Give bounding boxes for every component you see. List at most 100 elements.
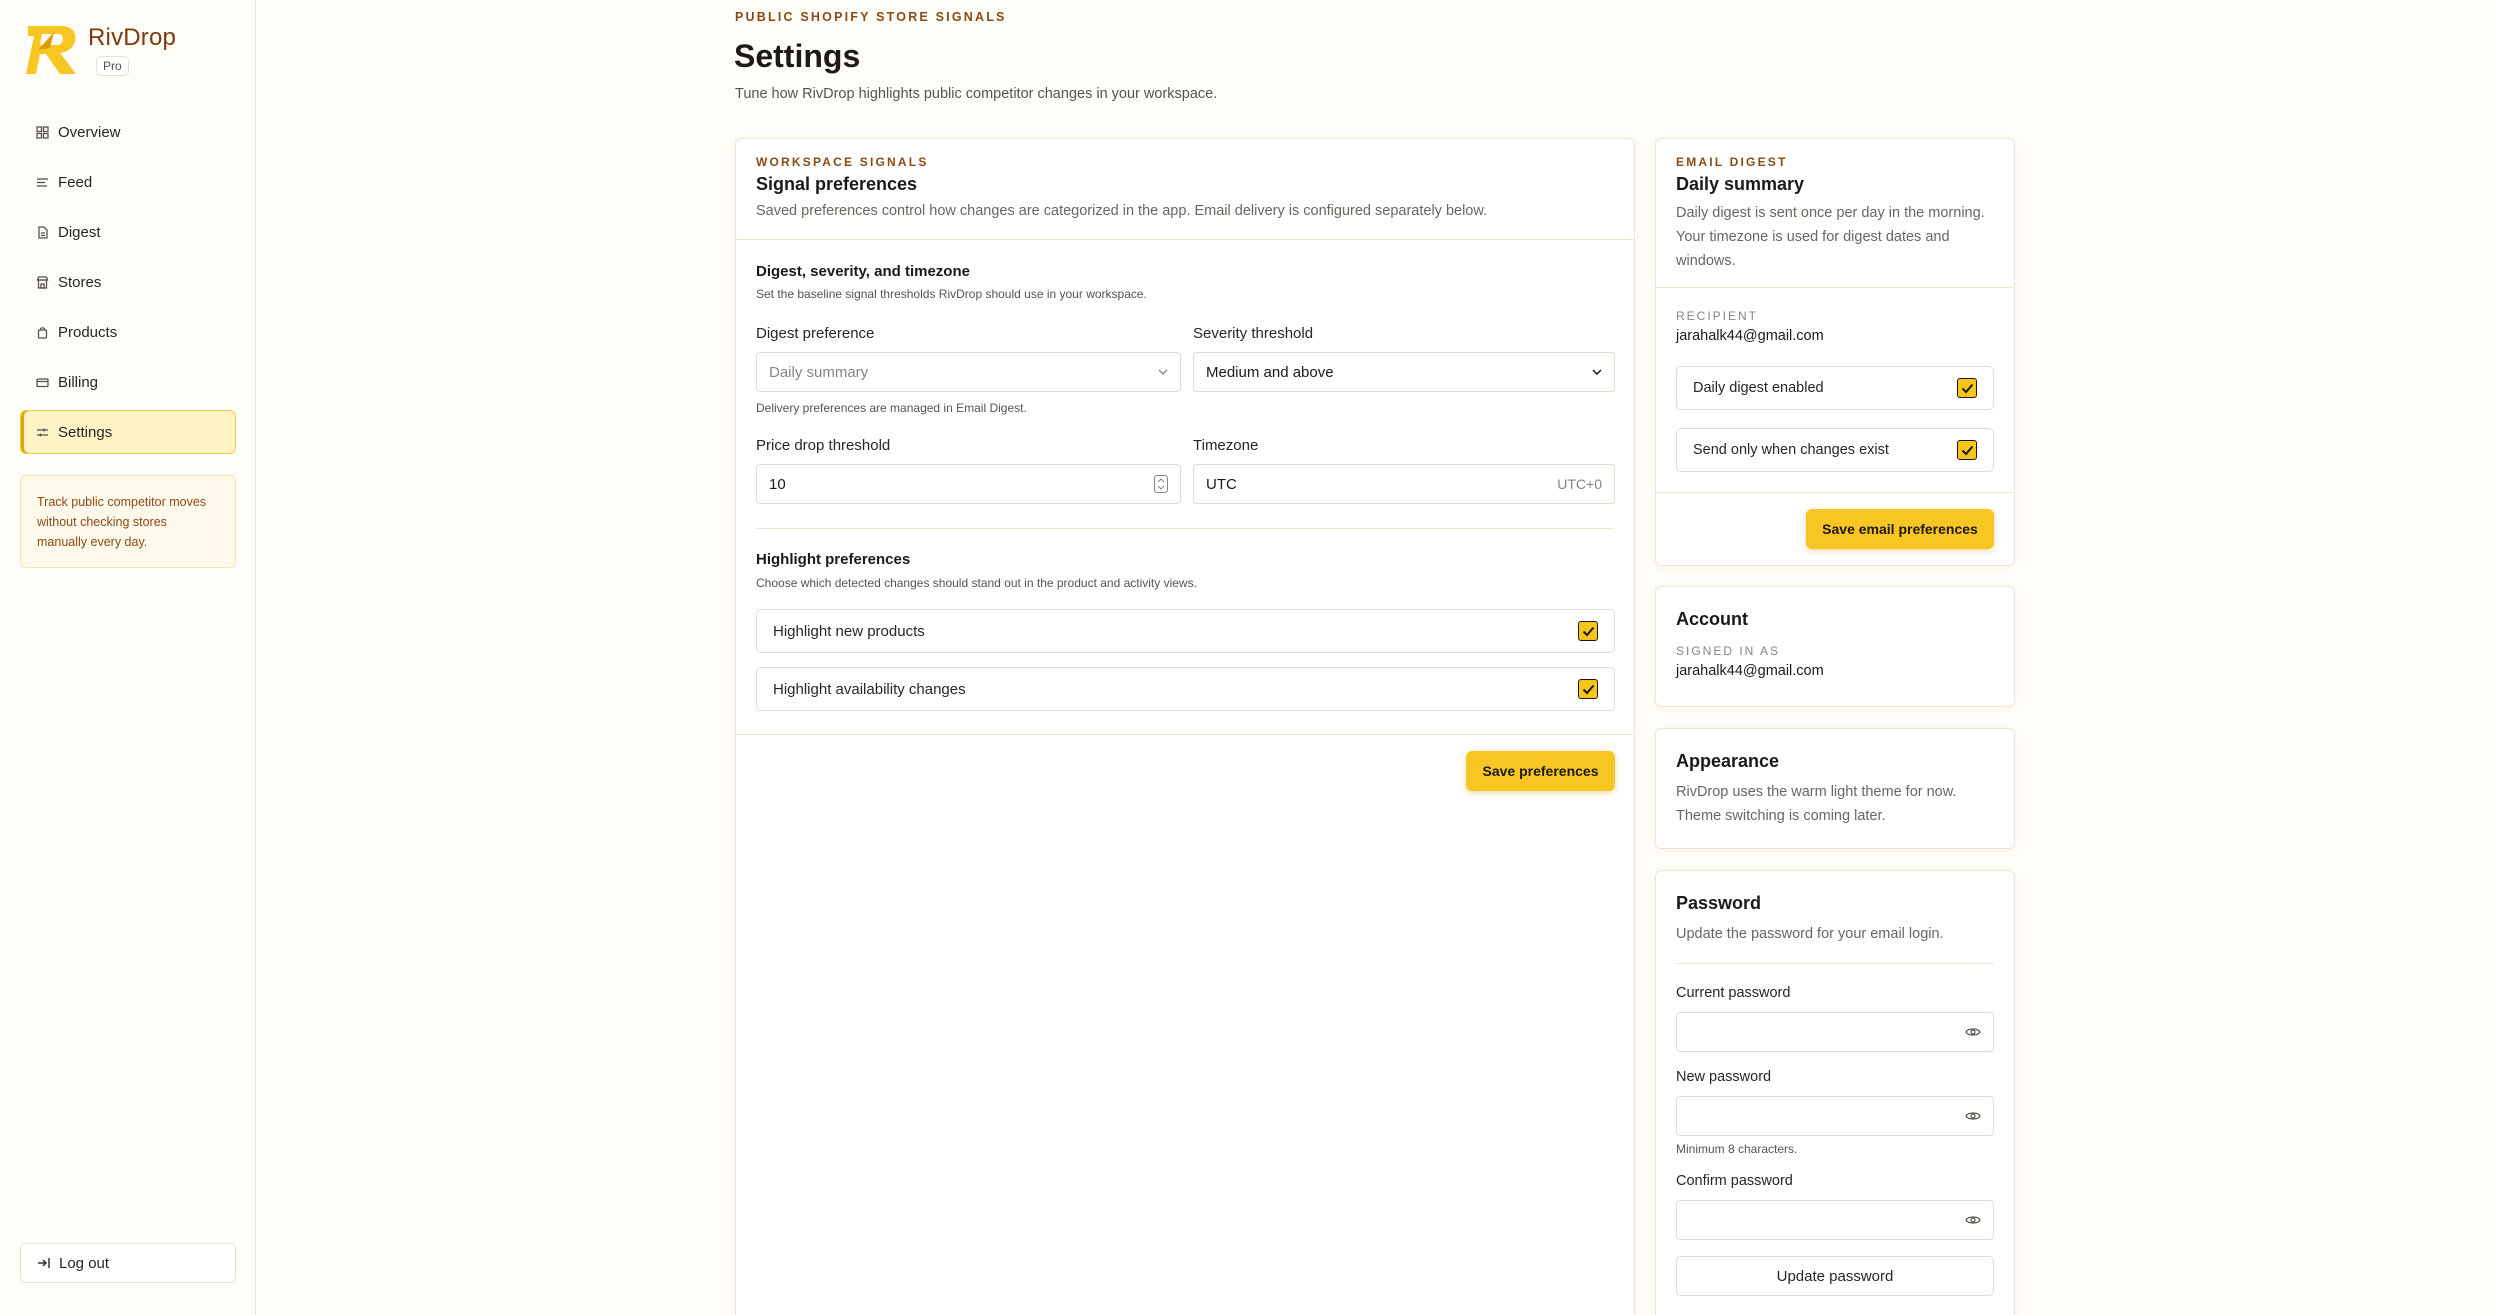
divider: [736, 734, 1634, 735]
sidebar-item-label: Digest: [58, 223, 101, 241]
logout-icon: [37, 1256, 51, 1270]
recipient-email: jarahalk44@gmail.com: [1676, 328, 1824, 344]
digest-hint: Delivery preferences are managed in Emai…: [756, 401, 1027, 415]
timezone-label: Timezone: [1193, 437, 1259, 454]
severity-threshold-select[interactable]: Medium and above: [1193, 352, 1615, 392]
card-title: Account: [1676, 609, 1748, 629]
promo-note: Track public competitor moves without ch…: [20, 475, 236, 568]
timezone-value: UTC: [1206, 475, 1237, 493]
signal-preferences-card: WORKSPACE SIGNALS Signal preferences Sav…: [735, 138, 1635, 1315]
save-preferences-button[interactable]: Save preferences: [1466, 751, 1615, 791]
price-drop-value: 10: [769, 475, 786, 493]
timezone-input[interactable]: UTC UTC+0: [1193, 464, 1615, 504]
section-title: Highlight preferences: [756, 551, 911, 568]
sidebar-item-billing[interactable]: Billing: [20, 360, 236, 404]
rivdrop-logo-icon: [26, 26, 76, 74]
card-title: Daily summary: [1676, 174, 1805, 194]
page-title: Settings: [734, 38, 861, 74]
sidebar-item-digest[interactable]: Digest: [20, 210, 236, 254]
daily-digest-enabled-toggle[interactable]: Daily digest enabled: [1676, 366, 1994, 410]
sidebar-item-label: Settings: [58, 423, 113, 441]
section-title: Digest, severity, and timezone: [756, 263, 970, 280]
sliders-icon: [35, 425, 49, 439]
chevron-down-icon: [1592, 369, 1602, 375]
password-description: Update the password for your email login…: [1676, 926, 1944, 942]
digest-preference-label: Digest preference: [756, 325, 875, 342]
logout-label: Log out: [59, 1254, 110, 1272]
email-digest-card: EMAIL DIGEST Daily summary Daily digest …: [1655, 138, 2015, 566]
divider: [1656, 287, 2014, 288]
new-password-input[interactable]: [1676, 1096, 1994, 1136]
appearance-description: RivDrop uses the warm light theme for no…: [1676, 784, 1957, 824]
sidebar-nav: Overview Feed Digest Stores Products Bil…: [20, 110, 236, 460]
section-subtitle: Set the baseline signal thresholds RivDr…: [756, 287, 1147, 301]
store-icon: [35, 275, 49, 289]
severity-threshold-value: Medium and above: [1206, 363, 1334, 381]
sidebar-item-overview[interactable]: Overview: [20, 110, 236, 154]
new-password-hint: Minimum 8 characters.: [1676, 1142, 1798, 1156]
save-email-preferences-button[interactable]: Save email preferences: [1806, 509, 1994, 549]
card-eyebrow: EMAIL DIGEST: [1676, 155, 1788, 169]
card-icon: [35, 375, 49, 389]
checkbox-checked-icon[interactable]: [1957, 378, 1977, 398]
eye-icon[interactable]: [1965, 1214, 1981, 1226]
divider: [736, 239, 1634, 240]
checkbox-label: Send only when changes exist: [1693, 442, 1889, 458]
sidebar-item-feed[interactable]: Feed: [20, 160, 236, 204]
sidebar-item-products[interactable]: Products: [20, 310, 236, 354]
sidebar-item-label: Feed: [58, 173, 93, 191]
severity-threshold-label: Severity threshold: [1193, 325, 1314, 342]
brand[interactable]: RivDrop Pro: [24, 22, 176, 78]
sidebar-item-label: Stores: [58, 273, 102, 291]
card-title: Signal preferences: [756, 174, 918, 194]
plan-badge: Pro: [96, 56, 129, 76]
highlight-new-products-toggle[interactable]: Highlight new products: [756, 609, 1615, 653]
checkbox-checked-icon[interactable]: [1578, 679, 1598, 699]
digest-preference-value: Daily summary: [769, 363, 869, 381]
appearance-card: Appearance RivDrop uses the warm light t…: [1655, 728, 2015, 849]
sidebar: RivDrop Pro Overview Feed Digest Stores …: [0, 0, 256, 1315]
card-title: Password: [1676, 893, 1762, 913]
sidebar-item-label: Billing: [58, 373, 99, 391]
highlight-availability-toggle[interactable]: Highlight availability changes: [756, 667, 1615, 711]
confirm-password-input[interactable]: [1676, 1200, 1994, 1240]
checkbox-checked-icon[interactable]: [1957, 440, 1977, 460]
doc-icon: [35, 225, 49, 239]
page-subtitle: Tune how RivDrop highlights public compe…: [735, 86, 1218, 102]
send-only-when-changes-toggle[interactable]: Send only when changes exist: [1676, 428, 1994, 472]
chevron-down-icon: [1158, 369, 1168, 375]
sidebar-item-stores[interactable]: Stores: [20, 260, 236, 304]
update-password-button[interactable]: Update password: [1676, 1256, 1994, 1296]
divider: [1656, 492, 2014, 493]
eye-icon[interactable]: [1965, 1110, 1981, 1122]
card-description: Saved preferences control how changes ar…: [756, 203, 1488, 219]
divider: [756, 528, 1614, 529]
logout-button[interactable]: Log out: [20, 1243, 236, 1283]
price-drop-label: Price drop threshold: [756, 437, 891, 454]
brand-name: RivDrop: [88, 24, 177, 51]
signed-in-label: SIGNED IN AS: [1676, 644, 1781, 658]
digest-preference-select[interactable]: Daily summary: [756, 352, 1181, 392]
checkbox-label: Daily digest enabled: [1693, 380, 1824, 396]
section-subtitle: Choose which detected changes should sta…: [756, 576, 1197, 590]
price-drop-input[interactable]: 10: [756, 464, 1181, 504]
checkbox-label: Highlight new products: [773, 622, 925, 640]
bag-icon: [35, 325, 49, 339]
confirm-password-label: Confirm password: [1676, 1173, 1793, 1189]
page-eyebrow: PUBLIC SHOPIFY STORE SIGNALS: [735, 10, 1007, 24]
sidebar-item-label: Products: [58, 323, 118, 341]
current-password-input[interactable]: [1676, 1012, 1994, 1052]
lines-icon: [35, 175, 49, 189]
timezone-offset: UTC+0: [1557, 476, 1602, 492]
password-card: Password Update the password for your em…: [1655, 870, 2015, 1315]
new-password-label: New password: [1676, 1069, 1772, 1085]
sidebar-item-settings[interactable]: Settings: [20, 410, 236, 454]
eye-icon[interactable]: [1965, 1026, 1981, 1038]
recipient-label: RECIPIENT: [1676, 309, 1759, 323]
card-title: Appearance: [1676, 751, 1780, 771]
checkbox-checked-icon[interactable]: [1578, 621, 1598, 641]
account-email: jarahalk44@gmail.com: [1676, 663, 1824, 679]
number-stepper-icon[interactable]: [1154, 475, 1168, 493]
account-card: Account SIGNED IN AS jarahalk44@gmail.co…: [1655, 586, 2015, 707]
card-description: Daily digest is sent once per day in the…: [1676, 205, 1985, 269]
